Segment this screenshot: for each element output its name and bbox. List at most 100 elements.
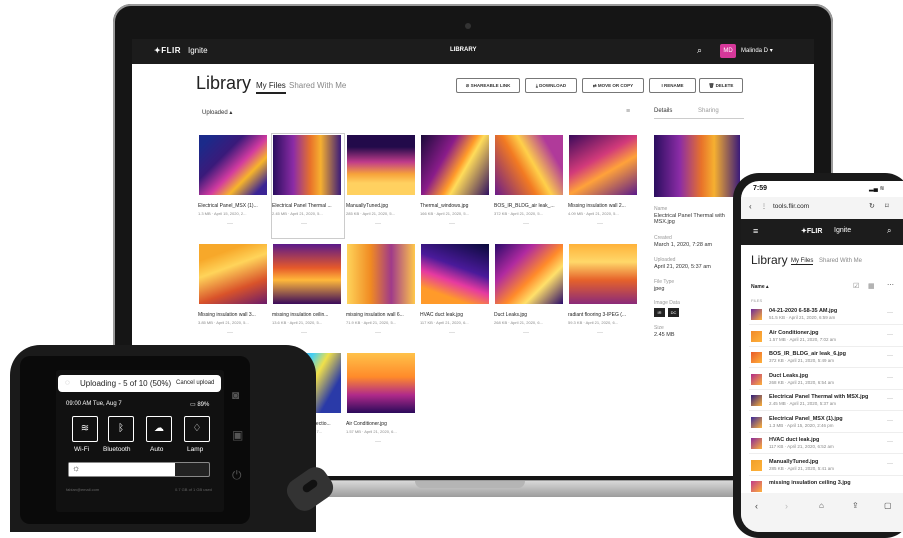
phone-tab-my-files[interactable]: My Files [791, 258, 814, 265]
tab-sharing[interactable]: Sharing [698, 108, 719, 114]
more-options-icon[interactable]: ⋯ [887, 281, 894, 289]
file-thumbnail[interactable] [273, 244, 341, 304]
file-more-icon[interactable]: ··· [887, 332, 893, 338]
file-thumbnail[interactable] [347, 244, 415, 304]
file-more-icon[interactable]: ··· [449, 221, 455, 227]
file-more-icon[interactable]: ··· [887, 310, 893, 316]
file-more-icon[interactable]: ··· [887, 418, 893, 424]
name-label: Name [654, 206, 668, 212]
phone-search-icon[interactable]: ⌕ [887, 226, 891, 236]
file-more-icon[interactable]: ··· [887, 461, 893, 467]
file-thumbnail[interactable] [751, 459, 762, 471]
reload-icon[interactable]: ↻ [869, 202, 875, 210]
tab-details[interactable]: Details [654, 108, 672, 114]
nav-forward-icon[interactable]: › [785, 501, 788, 511]
file-more-icon[interactable]: ··· [227, 221, 233, 227]
brightness-slider[interactable] [68, 462, 210, 477]
file-thumbnail[interactable] [751, 352, 762, 363]
file-more-icon[interactable]: ··· [523, 221, 529, 227]
sort-dropdown[interactable]: Uploaded ▴ [202, 109, 232, 116]
tab-shared-with-me[interactable]: Shared With Me [289, 81, 346, 90]
file-thumbnail[interactable] [495, 135, 563, 195]
file-thumbnail[interactable] [569, 244, 637, 304]
file-thumbnail[interactable] [347, 353, 415, 413]
file-more-icon[interactable]: ··· [523, 330, 529, 336]
bluetooth-toggle[interactable]: ᛒ [108, 416, 134, 442]
file-thumbnail[interactable] [751, 481, 762, 492]
wifi-toggle[interactable]: ≋ [72, 416, 98, 442]
nav-back-icon[interactable]: ‹ [755, 501, 758, 511]
tabs-overview-icon[interactable]: ▢ [884, 501, 892, 510]
file-thumbnail[interactable] [199, 135, 267, 195]
shareable-link-button[interactable]: ⊘ SHAREABLE LINK [456, 78, 520, 93]
file-more-icon[interactable]: ··· [887, 353, 893, 359]
file-thumbnail[interactable] [751, 416, 762, 428]
file-more-icon[interactable]: ··· [887, 375, 893, 381]
user-menu[interactable]: Malinda D ▾ [741, 47, 773, 54]
select-icon[interactable]: ☑ [853, 282, 859, 290]
file-thumbnail[interactable] [273, 135, 341, 195]
auto-toggle[interactable]: ☁ [146, 416, 172, 442]
file-more-icon[interactable]: ··· [449, 330, 455, 336]
delete-button[interactable]: 🗑 DELETE [699, 78, 743, 93]
brightness-fill [69, 463, 176, 476]
file-thumbnail[interactable] [421, 135, 489, 195]
share-icon[interactable]: ⇪ [852, 501, 859, 510]
tabs-icon[interactable]: ⋮ [761, 203, 767, 210]
search-icon[interactable]: ⌕ [697, 45, 702, 56]
grid-view-icon[interactable]: ▦ [868, 282, 875, 290]
camera-icon[interactable]: ◙ [232, 388, 239, 402]
file-more-icon[interactable]: ··· [375, 330, 381, 336]
move-or-copy-button[interactable]: ⇄ MOVE OR COPY [582, 78, 644, 93]
avatar[interactable]: MD [720, 44, 736, 58]
file-thumbnail[interactable] [751, 309, 762, 320]
file-name[interactable]: Electrical Panel_MSX (1).jpg [769, 416, 843, 422]
file-thumbnail[interactable] [569, 135, 637, 195]
cancel-upload-button[interactable]: Cancel upload [176, 380, 214, 386]
file-more-icon[interactable]: ··· [887, 396, 893, 402]
home-icon[interactable]: ⌂ [819, 501, 824, 510]
file-thumbnail[interactable] [751, 395, 762, 406]
file-thumbnail[interactable] [495, 244, 563, 304]
phone-logo[interactable]: ✦FLIR [801, 227, 822, 235]
lamp-toggle[interactable]: ♢ [184, 416, 210, 442]
file-more-icon[interactable]: ··· [301, 330, 307, 336]
file-name[interactable]: BOS_IR_BLDG_air leak_6.jpg [769, 351, 846, 357]
back-icon[interactable]: ‹ [749, 202, 752, 211]
file-more-icon[interactable]: ··· [375, 439, 381, 445]
rename-button[interactable]: I RENAME [649, 78, 696, 93]
hamburger-menu-icon[interactable]: ≡ [753, 226, 758, 236]
file-name[interactable]: 04-21-2020 6-58-35 AM.jpg [769, 308, 837, 314]
file-more-icon[interactable]: ··· [887, 439, 893, 445]
url-field[interactable]: tools.flir.com [773, 203, 809, 210]
power-icon[interactable]: ⏻ [232, 468, 242, 483]
file-name[interactable]: Air Conditioner.jpg [769, 330, 819, 336]
file-thumbnail[interactable] [751, 438, 762, 449]
file-name[interactable]: ManuallyTuned.jpg [769, 459, 818, 465]
file-thumbnail[interactable] [751, 373, 762, 385]
file-more-icon[interactable]: ··· [597, 330, 603, 336]
download-button[interactable]: ⤓ DOWNLOAD [525, 78, 577, 93]
phone-brand: Ignite [834, 227, 852, 234]
phone-sort[interactable]: Name ▴ [751, 284, 769, 290]
file-thumbnail[interactable] [347, 135, 415, 195]
file-name[interactable]: HVAC duct leak.jpg [769, 437, 819, 443]
file-meta: 2.45 MB · April 21, 2020, 5... [272, 211, 323, 216]
file-more-icon[interactable]: ··· [301, 221, 307, 227]
file-more-icon[interactable]: ··· [375, 221, 381, 227]
list-view-icon[interactable]: ≡ [626, 108, 630, 115]
phone-tab-shared[interactable]: Shared With Me [819, 258, 862, 264]
file-name[interactable]: Duct Leaks.jpg [769, 373, 808, 379]
file-more-icon[interactable]: ··· [227, 330, 233, 336]
file-more-icon[interactable]: ··· [597, 221, 603, 227]
file-name[interactable]: missing insulation ceiling 3.jpg [769, 480, 851, 486]
file-thumbnail[interactable] [199, 244, 267, 304]
file-thumbnail[interactable] [751, 330, 762, 342]
cloud-upload-icon: ☁ [154, 423, 164, 434]
file-thumbnail[interactable] [421, 244, 489, 304]
display-icon[interactable]: ▣ [232, 428, 243, 442]
file-name[interactable]: Electrical Panel Thermal with MSX.jpg [769, 394, 868, 400]
flir-logo[interactable]: ✦FLIR [154, 46, 181, 55]
tab-my-files[interactable]: My Files [256, 81, 286, 94]
bookmark-icon[interactable]: ⌑ [885, 202, 889, 210]
